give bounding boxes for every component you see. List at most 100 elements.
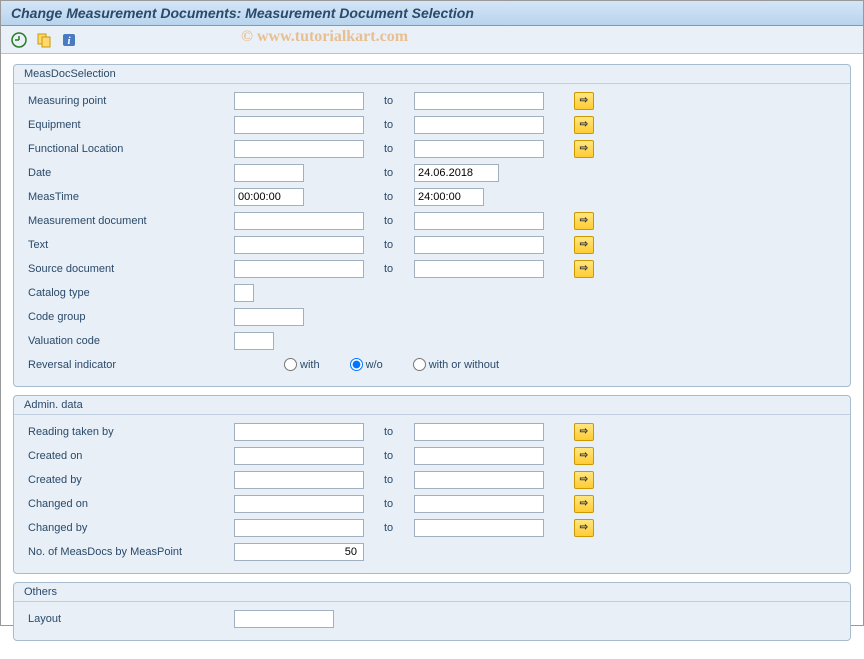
toolbar: i © www.tutorialkart.com: [1, 26, 863, 54]
execute-icon[interactable]: [9, 30, 29, 50]
functional-location-to[interactable]: [414, 140, 544, 158]
text-label: Text: [24, 239, 234, 251]
to-label: to: [364, 191, 414, 203]
text-from[interactable]: [234, 236, 364, 254]
reversal-withorwithout-radio[interactable]: with or without: [413, 358, 499, 371]
to-label: to: [364, 167, 414, 179]
changed-by-from[interactable]: [234, 519, 364, 537]
reversal-indicator-row: Reversal indicator with w/o with or with…: [24, 354, 840, 375]
changed-by-to[interactable]: [414, 519, 544, 537]
date-to[interactable]: [414, 164, 499, 182]
reversal-wo-radio[interactable]: w/o: [350, 358, 383, 371]
measuring-point-to[interactable]: [414, 92, 544, 110]
created-on-label: Created on: [24, 450, 234, 462]
source-document-multi[interactable]: ⇨: [574, 260, 594, 278]
others-group: Others Layout: [13, 582, 851, 641]
reversal-wo-input[interactable]: [350, 358, 363, 371]
equipment-row: Equipment to ⇨: [24, 114, 840, 135]
text-to[interactable]: [414, 236, 544, 254]
admin-group: Admin. data Reading taken by to ⇨ Create…: [13, 395, 851, 574]
date-label: Date: [24, 167, 234, 179]
valuation-code-row: Valuation code: [24, 330, 840, 351]
functional-location-row: Functional Location to ⇨: [24, 138, 840, 159]
no-measdocs-row: No. of MeasDocs by MeasPoint: [24, 541, 840, 562]
reading-taken-by-from[interactable]: [234, 423, 364, 441]
catalog-type-input[interactable]: [234, 284, 254, 302]
changed-by-label: Changed by: [24, 522, 234, 534]
measurement-document-row: Measurement document to ⇨: [24, 210, 840, 231]
source-document-to[interactable]: [414, 260, 544, 278]
measuring-point-multi[interactable]: ⇨: [574, 92, 594, 110]
no-measdocs-label: No. of MeasDocs by MeasPoint: [24, 546, 234, 558]
measurement-document-label: Measurement document: [24, 215, 234, 227]
to-label: to: [364, 474, 414, 486]
functional-location-from[interactable]: [234, 140, 364, 158]
changed-on-to[interactable]: [414, 495, 544, 513]
measdoc-group: MeasDocSelection Measuring point to ⇨ Eq…: [13, 64, 851, 387]
reversal-with-input[interactable]: [284, 358, 297, 371]
changed-on-label: Changed on: [24, 498, 234, 510]
to-label: to: [364, 498, 414, 510]
created-on-from[interactable]: [234, 447, 364, 465]
measurement-document-multi[interactable]: ⇨: [574, 212, 594, 230]
created-on-row: Created on to ⇨: [24, 445, 840, 466]
text-row: Text to ⇨: [24, 234, 840, 255]
equipment-to[interactable]: [414, 116, 544, 134]
others-header: Others: [14, 583, 850, 602]
created-on-to[interactable]: [414, 447, 544, 465]
created-on-multi[interactable]: ⇨: [574, 447, 594, 465]
valuation-code-input[interactable]: [234, 332, 274, 350]
content: MeasDocSelection Measuring point to ⇨ Eq…: [1, 54, 863, 659]
info-icon[interactable]: i: [59, 30, 79, 50]
created-by-from[interactable]: [234, 471, 364, 489]
to-label: to: [364, 426, 414, 438]
measuring-point-row: Measuring point to ⇨: [24, 90, 840, 111]
date-from[interactable]: [234, 164, 304, 182]
code-group-input[interactable]: [234, 308, 304, 326]
changed-on-from[interactable]: [234, 495, 364, 513]
meastime-from[interactable]: [234, 188, 304, 206]
layout-input[interactable]: [234, 610, 334, 628]
code-group-label: Code group: [24, 311, 234, 323]
created-by-row: Created by to ⇨: [24, 469, 840, 490]
to-label: to: [364, 522, 414, 534]
measurement-document-from[interactable]: [234, 212, 364, 230]
title-bar: Change Measurement Documents: Measuremen…: [1, 1, 863, 26]
variant-icon[interactable]: [34, 30, 54, 50]
measurement-document-to[interactable]: [414, 212, 544, 230]
created-by-to[interactable]: [414, 471, 544, 489]
date-row: Date to: [24, 162, 840, 183]
text-multi[interactable]: ⇨: [574, 236, 594, 254]
functional-location-multi[interactable]: ⇨: [574, 140, 594, 158]
reversal-wo-label: w/o: [366, 359, 383, 371]
changed-by-row: Changed by to ⇨: [24, 517, 840, 538]
equipment-from[interactable]: [234, 116, 364, 134]
reversal-withorwithout-input[interactable]: [413, 358, 426, 371]
created-by-multi[interactable]: ⇨: [574, 471, 594, 489]
changed-on-multi[interactable]: ⇨: [574, 495, 594, 513]
reading-taken-by-multi[interactable]: ⇨: [574, 423, 594, 441]
admin-header: Admin. data: [14, 396, 850, 415]
meastime-to[interactable]: [414, 188, 484, 206]
changed-on-row: Changed on to ⇨: [24, 493, 840, 514]
equipment-multi[interactable]: ⇨: [574, 116, 594, 134]
to-label: to: [364, 119, 414, 131]
source-document-label: Source document: [24, 263, 234, 275]
no-measdocs-input[interactable]: [234, 543, 364, 561]
changed-by-multi[interactable]: ⇨: [574, 519, 594, 537]
reading-taken-by-to[interactable]: [414, 423, 544, 441]
reversal-indicator-label: Reversal indicator: [24, 359, 234, 371]
to-label: to: [364, 450, 414, 462]
to-label: to: [364, 263, 414, 275]
catalog-type-row: Catalog type: [24, 282, 840, 303]
meastime-label: MeasTime: [24, 191, 234, 203]
reversal-with-radio[interactable]: with: [284, 358, 320, 371]
source-document-from[interactable]: [234, 260, 364, 278]
catalog-type-label: Catalog type: [24, 287, 234, 299]
equipment-label: Equipment: [24, 119, 234, 131]
layout-label: Layout: [24, 613, 234, 625]
to-label: to: [364, 143, 414, 155]
reversal-with-label: with: [300, 359, 320, 371]
reading-taken-by-row: Reading taken by to ⇨: [24, 421, 840, 442]
measuring-point-from[interactable]: [234, 92, 364, 110]
